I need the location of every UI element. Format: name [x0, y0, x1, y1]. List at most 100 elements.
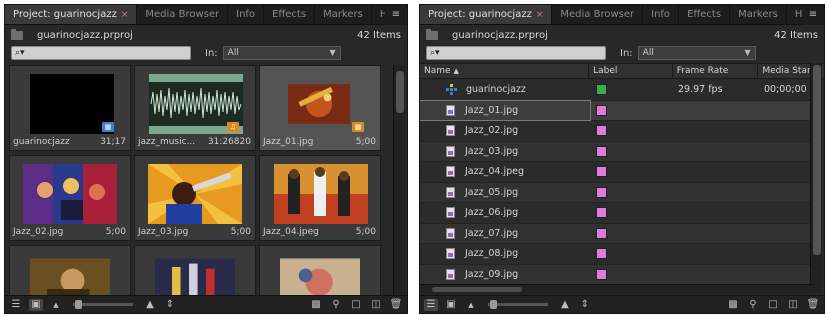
new-bin-icon[interactable]: □	[349, 299, 363, 311]
label-color-swatch	[596, 84, 607, 96]
media-icon-grid: ▦ guarinocjazz 31;17 ♫ jazz_music... 31:…	[9, 65, 391, 297]
search-input[interactable]: ⌕▾	[426, 46, 606, 60]
new-item-icon[interactable]: ◫	[786, 299, 800, 311]
sequence-icon: ▦	[102, 122, 114, 132]
scrollbar-thumb[interactable]	[813, 65, 821, 255]
label-color-swatch	[596, 104, 607, 116]
tile-duration: 5;00	[230, 227, 251, 237]
tab-info[interactable]: Info	[228, 5, 265, 24]
media-tile[interactable]: ▦ Jazz_01.jpg 5;00	[259, 65, 381, 151]
automate-to-sequence-icon[interactable]: ▩	[726, 299, 740, 311]
list-item[interactable]: Jazz_09.jpg	[420, 264, 812, 285]
project-file-name: guarinocjazz.prproj	[37, 29, 133, 41]
item-name: Jazz_04.jpeg	[465, 166, 524, 178]
zoom-slider[interactable]	[488, 300, 548, 309]
find-icon[interactable]: ⚲	[329, 299, 343, 311]
jazz-image-thumbnail	[30, 258, 110, 297]
item-count: 42 Items	[774, 29, 818, 41]
audio-icon: ♫	[227, 122, 239, 132]
chevron-down-icon: ▼	[329, 48, 336, 57]
icon-view-icon[interactable]: ▣	[444, 299, 458, 311]
automate-to-sequence-icon[interactable]: ▩	[309, 299, 323, 311]
item-media-start: 00;00;00	[764, 84, 807, 96]
list-item[interactable]: Jazz_03.jpg	[420, 141, 812, 162]
zoom-out-icon[interactable]: ▲	[49, 299, 63, 311]
column-header-frame-rate[interactable]: Frame Rate	[673, 64, 759, 78]
list-view-icon[interactable]: ☰	[424, 298, 438, 311]
tile-duration: 5;00	[355, 137, 376, 147]
zoom-slider-knob[interactable]	[490, 300, 497, 309]
trash-icon[interactable]: 🗑	[806, 299, 820, 311]
scrollbar-thumb[interactable]	[432, 287, 522, 292]
list-item[interactable]: Jazz_07.jpg	[420, 223, 812, 244]
tab-effects[interactable]: Effects	[679, 5, 731, 24]
list-item[interactable]: Jazz_08.jpg	[420, 244, 812, 265]
tab-markers[interactable]: Markers	[730, 5, 787, 24]
list-item[interactable]: Jazz_01.jpg	[420, 99, 812, 121]
tab-media-browser[interactable]: Media Browser	[137, 5, 229, 24]
list-item[interactable]: Jazz_04.jpeg	[420, 162, 812, 183]
close-icon[interactable]: ×	[121, 10, 129, 20]
label-color-swatch	[596, 268, 607, 280]
media-tile[interactable]	[9, 245, 131, 297]
media-tile[interactable]: ♫ jazz_music... 31:26820	[134, 65, 256, 151]
tab-media-browser[interactable]: Media Browser	[552, 5, 644, 24]
tab-effects[interactable]: Effects	[264, 5, 316, 24]
list-item[interactable]: Jazz_05.jpg	[420, 182, 812, 203]
item-count: 42 Items	[357, 29, 401, 41]
tab-info[interactable]: Info	[643, 5, 680, 24]
zoom-in-icon[interactable]: ▲	[558, 299, 572, 311]
list-view-icon[interactable]: ☰	[9, 299, 23, 311]
list-item[interactable]: Jazz_02.jpg	[420, 121, 812, 142]
horizontal-scrollbar[interactable]	[420, 284, 812, 294]
vertical-scrollbar[interactable]	[810, 63, 822, 293]
tab-project[interactable]: Project: guarinocjazz ×	[5, 5, 138, 24]
item-name: Jazz_03.jpg	[465, 145, 519, 157]
tab-markers[interactable]: Markers	[315, 5, 372, 24]
sort-icons-icon[interactable]: ⇕	[163, 299, 177, 311]
search-input[interactable]: ⌕▾	[11, 46, 191, 60]
zoom-slider-knob[interactable]	[75, 300, 82, 309]
tile-name: Jazz_02.jpg	[13, 227, 64, 237]
zoom-out-icon[interactable]: ▲	[464, 299, 478, 311]
list-item[interactable]: Jazz_06.jpg	[420, 203, 812, 224]
close-icon[interactable]: ×	[536, 10, 544, 20]
panel-menu-icon[interactable]: ≡	[802, 5, 824, 25]
folder-icon	[11, 28, 23, 40]
new-bin-icon[interactable]: □	[766, 299, 780, 311]
search-icon: ⌕▾	[430, 48, 440, 58]
list-item[interactable]: guarinocjazz 29.97 fps 00;00;00	[420, 80, 812, 101]
vertical-scrollbar[interactable]	[393, 65, 405, 297]
media-tile[interactable]: Jazz_02.jpg 5;00	[9, 155, 131, 241]
item-name: Jazz_05.jpg	[465, 186, 519, 198]
tab-project[interactable]: Project: guarinocjazz ×	[420, 5, 553, 24]
media-tile[interactable]	[259, 245, 381, 297]
panel-menu-icon[interactable]: ≡	[385, 5, 407, 25]
zoom-slider[interactable]	[73, 300, 133, 309]
tile-name: Jazz_01.jpg	[263, 137, 314, 147]
new-item-icon[interactable]: ◫	[369, 299, 383, 311]
label-color-swatch	[596, 186, 607, 198]
scrollbar-thumb[interactable]	[396, 71, 404, 113]
trash-icon[interactable]: 🗑	[389, 299, 403, 311]
image-file-icon	[446, 227, 455, 239]
media-tile[interactable]: ▦ guarinocjazz 31;17	[9, 65, 131, 151]
image-file-icon	[446, 166, 455, 178]
tile-duration: 31;17	[100, 137, 126, 147]
media-tile[interactable]: Jazz_03.jpg 5;00	[134, 155, 256, 241]
media-tile[interactable]	[134, 245, 256, 297]
in-filter-select[interactable]: All ▼	[222, 46, 341, 60]
item-name: Jazz_09.jpg	[465, 268, 519, 280]
panel-bottom-toolbar: ☰ ▣ ▲ ▲ ⇕ ▩ ⚲ □ ◫ 🗑	[5, 295, 407, 313]
icon-view-icon[interactable]: ▣	[29, 298, 43, 311]
item-name: Jazz_01.jpg	[465, 104, 519, 116]
tile-name: Jazz_03.jpg	[138, 227, 189, 237]
sort-icons-icon[interactable]: ⇕	[578, 299, 592, 311]
media-tile[interactable]: Jazz_04.jpeg 5;00	[259, 155, 381, 241]
column-header-name[interactable]: Name ▲	[420, 64, 590, 78]
zoom-in-icon[interactable]: ▲	[143, 299, 157, 311]
find-icon[interactable]: ⚲	[746, 299, 760, 311]
column-header-label[interactable]: Label	[589, 64, 673, 78]
tile-name: guarinocjazz	[13, 137, 70, 147]
in-filter-select[interactable]: All ▼	[637, 46, 756, 60]
